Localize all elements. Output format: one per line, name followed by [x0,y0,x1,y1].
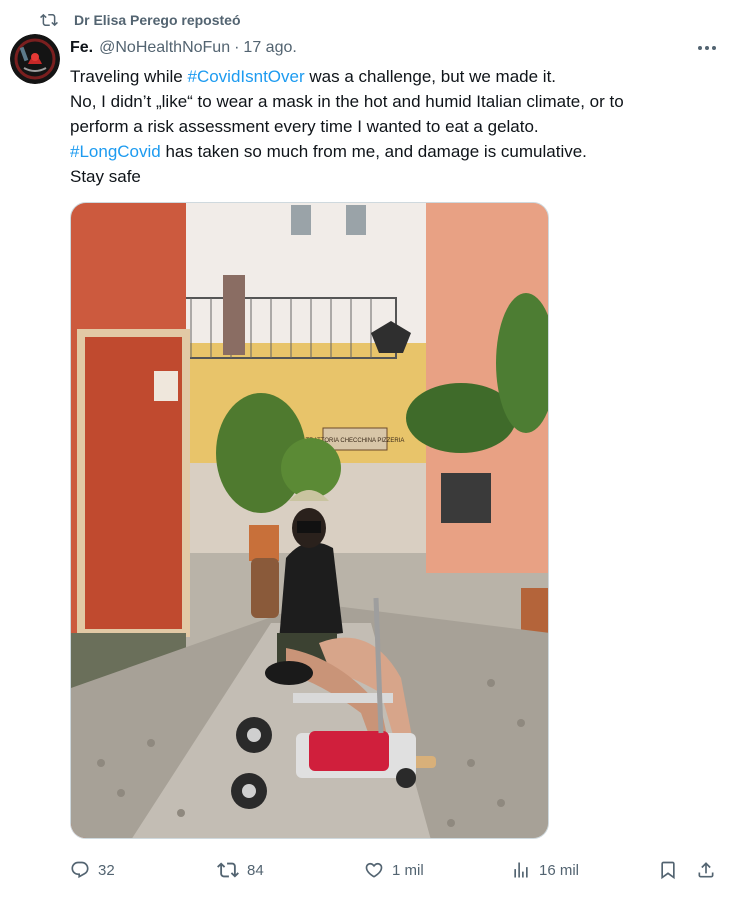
avatar[interactable] [10,34,60,84]
repost-icon [38,9,60,31]
author-name[interactable]: Fe. [70,39,93,57]
author-handle[interactable]: @NoHealthNoFun [99,39,230,57]
tweet-text-segment: has taken so much from me, and damage is… [160,142,587,161]
tweet-line: Traveling while #CovidIsntOver was a cha… [70,64,720,89]
hashtag-longcovid[interactable]: #LongCovid [70,142,161,161]
reply-icon [70,860,90,880]
repost-button[interactable]: 84 [217,856,264,884]
views-button[interactable]: 16 mil [511,856,579,884]
tweet-line: No, I didn’t „like“ to wear a mask in th… [70,92,624,111]
hashtag-covidisntover[interactable]: #CovidIsntOver [187,67,304,86]
bookmark-button[interactable] [658,856,678,884]
tweet-text-segment: Traveling while [70,67,188,86]
reply-button[interactable]: 32 [70,856,115,884]
repost-count: 84 [247,861,264,879]
share-icon [696,860,716,880]
bookmark-icon [658,860,678,880]
tweet-text-segment: was a challenge, but we made it. [304,67,557,86]
action-bar: 32 84 1 mil 16 mil [0,856,730,884]
repost-label: Dr Elisa Perego reposteó [74,12,241,28]
repost-icon [217,859,239,881]
more-icon [697,38,717,56]
reply-count: 32 [98,861,115,879]
repost-indicator[interactable]: Dr Elisa Perego reposteó [38,9,241,31]
tweet-date[interactable]: 17 ago. [243,39,296,57]
tweet-text: Traveling while #CovidIsntOver was a cha… [70,64,720,189]
tweet-line: perform a risk assessment every time I w… [70,117,539,136]
tweet-line: #LongCovid has taken so much from me, an… [70,139,720,164]
header-separator: · [234,39,240,56]
tweet-line: Stay safe [70,167,141,186]
like-count: 1 mil [392,861,424,879]
more-options-button[interactable] [692,36,722,58]
views-count: 16 mil [539,861,580,879]
tweet-header: Fe. @NoHealthNoFun · 17 ago. [70,37,297,59]
analytics-icon [511,860,531,880]
share-button[interactable] [696,856,716,884]
tweet-photo[interactable]: TRATTORIA CHECCHINA PIZZERIA [70,202,549,839]
like-button[interactable]: 1 mil [364,856,424,884]
heart-icon [364,860,384,880]
